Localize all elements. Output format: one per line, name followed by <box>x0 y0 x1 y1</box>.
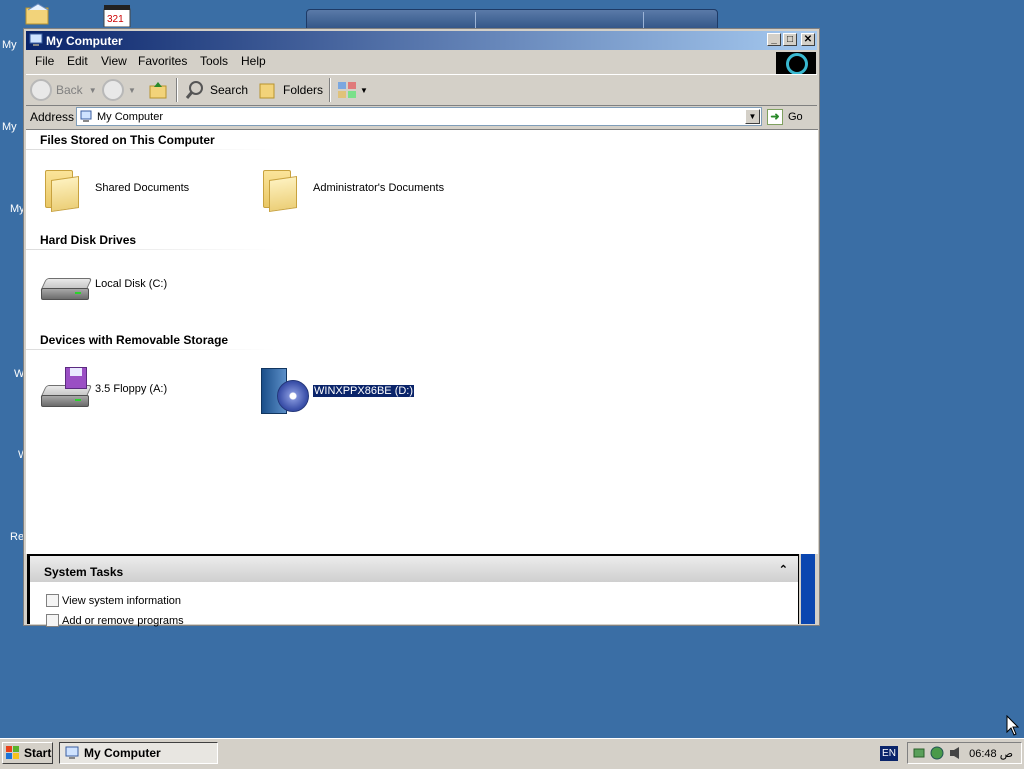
up-folder-icon <box>149 82 167 99</box>
globe-icon[interactable] <box>930 746 944 760</box>
menu-help[interactable]: Help <box>241 54 266 68</box>
envelope-folder-icon <box>25 3 49 25</box>
search-icon <box>185 81 203 99</box>
system-tray: 06:48 ص <box>907 742 1022 764</box>
address-value: My Computer <box>97 111 164 123</box>
title-bar[interactable]: My Computer _ □ ✕ <box>26 31 817 50</box>
item-label: Administrator's Documents <box>313 182 445 194</box>
windows-throbber <box>776 52 816 75</box>
item-administrators-documents[interactable]: Administrator's Documents <box>259 168 445 212</box>
programs-icon <box>46 614 59 627</box>
network-icon[interactable] <box>912 746 926 760</box>
menu-file[interactable]: File <box>35 54 54 68</box>
search-button[interactable]: Search <box>184 79 248 101</box>
minimize-button[interactable]: _ <box>767 33 781 46</box>
views-button[interactable]: ▼ <box>336 79 368 101</box>
go-arrow-icon: ➜ <box>767 109 783 125</box>
chevron-down-icon: ▼ <box>360 85 368 95</box>
file-list-pane[interactable]: Files Stored on This Computer Shared Doc… <box>26 129 818 554</box>
address-bar: Address My Computer ▼ ➜ Go <box>26 106 817 128</box>
taskbar: Start My Computer EN 06:48 ص <box>0 738 1024 769</box>
floppy-drive-icon <box>39 367 93 409</box>
clock[interactable]: 06:48 ص <box>969 747 1013 760</box>
go-button[interactable]: ➜ Go <box>767 107 803 127</box>
desktop-label: Re <box>10 531 25 543</box>
computer-icon <box>65 746 79 759</box>
standard-toolbar: Back ▼ ▼ Search Folders ▼ <box>26 74 817 106</box>
item-label: WINXPPX86BE (D:) <box>311 384 416 398</box>
system-tasks-title: System Tasks <box>44 565 124 579</box>
folder-icon <box>41 168 79 212</box>
taskbar-my-computer-button[interactable]: My Computer <box>59 742 218 764</box>
language-indicator[interactable]: EN <box>880 746 898 761</box>
forward-arrow-icon <box>102 79 124 101</box>
back-label: Back <box>56 83 83 97</box>
address-dropdown-button[interactable]: ▼ <box>745 109 760 124</box>
item-local-disk-c[interactable]: Local Disk (C:) <box>39 276 168 302</box>
hard-drive-icon <box>39 276 93 302</box>
back-button[interactable]: Back ▼ <box>30 79 97 101</box>
tasks-scrollbar[interactable] <box>801 554 815 624</box>
go-label: Go <box>788 111 803 123</box>
start-label: Start <box>24 746 52 760</box>
window-title: My Computer <box>46 34 123 48</box>
maximize-button[interactable]: □ <box>783 33 797 46</box>
address-input[interactable]: My Computer ▼ <box>76 107 762 126</box>
computer-icon <box>29 33 43 46</box>
cd-drive-icon <box>261 366 311 416</box>
item-cd-drive-d[interactable]: WINXPPX86BE (D:) <box>261 366 416 416</box>
computer-icon <box>80 110 92 122</box>
collapse-chevron-icon[interactable]: ⌃ <box>779 563 788 576</box>
menu-favorites[interactable]: Favorites <box>138 54 187 68</box>
mouse-cursor-icon <box>1006 715 1020 736</box>
desktop-icon-my-documents[interactable] <box>24 2 52 26</box>
search-label: Search <box>210 83 249 97</box>
item-label: Shared Documents <box>95 182 190 194</box>
chevron-down-icon: ▼ <box>128 85 136 95</box>
my-computer-window[interactable]: My Computer _ □ ✕ File Edit View Favorit… <box>23 28 820 627</box>
item-label: 3.5 Floppy (A:) <box>95 383 168 395</box>
up-folder-button[interactable] <box>147 79 169 101</box>
task-view-system-information[interactable]: View system information <box>46 594 181 607</box>
item-floppy-a[interactable]: 3.5 Floppy (A:) <box>39 367 168 409</box>
group-header-files: Files Stored on This Computer <box>40 133 215 147</box>
task-label: Add or remove programs <box>62 614 184 627</box>
start-button[interactable]: Start <box>2 742 53 764</box>
folders-label: Folders <box>283 83 324 97</box>
item-label: Local Disk (C:) <box>95 278 168 290</box>
close-button[interactable]: ✕ <box>801 33 815 46</box>
folders-icon <box>259 83 275 99</box>
system-tasks-panel: System Tasks ⌃ View system information A… <box>27 554 799 627</box>
task-add-remove-programs[interactable]: Add or remove programs <box>46 614 184 627</box>
menu-edit[interactable]: Edit <box>67 54 88 68</box>
taskbar-button-label: My Computer <box>84 746 161 760</box>
clapper-icon: 321 <box>103 5 131 28</box>
task-label: View system information <box>62 594 182 607</box>
svg-text:321: 321 <box>107 14 124 25</box>
desktop-label: My <box>2 39 17 51</box>
menu-tools[interactable]: Tools <box>200 54 228 68</box>
views-icon <box>338 82 356 98</box>
system-tasks-header[interactable]: System Tasks ⌃ <box>30 556 798 582</box>
checklist-icon <box>46 594 59 607</box>
back-arrow-icon <box>30 79 52 101</box>
speaker-icon[interactable] <box>948 746 962 760</box>
forward-button[interactable]: ▼ <box>102 79 136 101</box>
chevron-down-icon: ▼ <box>88 85 97 95</box>
menu-view[interactable]: View <box>101 54 127 68</box>
folders-button[interactable]: Folders <box>257 79 323 101</box>
group-header-hard-disks: Hard Disk Drives <box>40 233 137 247</box>
item-shared-documents[interactable]: Shared Documents <box>41 168 190 212</box>
desktop-icon-media[interactable]: 321 <box>102 3 132 28</box>
group-header-removable: Devices with Removable Storage <box>40 333 229 347</box>
folder-icon <box>259 168 297 212</box>
address-label: Address <box>30 110 75 124</box>
desktop-label: My <box>2 121 17 133</box>
menu-bar: File Edit View Favorites Tools Help <box>26 51 817 75</box>
windows-logo-icon <box>6 746 20 760</box>
throbber-ring-icon <box>786 53 808 75</box>
